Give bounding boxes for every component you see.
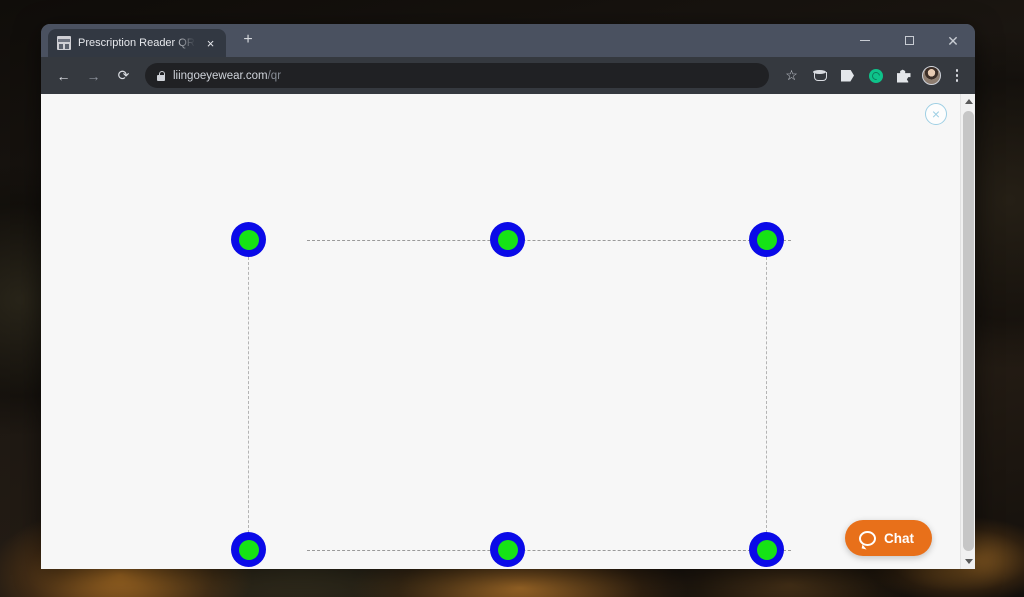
dashed-line-left	[248, 257, 249, 533]
cookie-jar-glyph	[813, 70, 827, 81]
address-domain: liingoeyewear.com	[173, 69, 268, 82]
reload-button[interactable]: ⟳	[110, 62, 137, 89]
minimize-icon	[860, 40, 870, 41]
dashed-line-bottom	[307, 550, 791, 551]
flag-pennant-glyph	[841, 69, 854, 82]
maximize-icon	[904, 36, 914, 45]
scrollbar-thumb[interactable]	[963, 111, 974, 551]
calibration-dot-top-left[interactable]	[231, 222, 266, 257]
page-viewport: × Chat	[41, 94, 975, 569]
chat-button[interactable]: Chat	[845, 520, 932, 556]
calibration-dot-bottom-right[interactable]	[749, 532, 784, 567]
forward-button[interactable]: →	[80, 62, 107, 89]
calibration-dot-bottom-center[interactable]	[490, 532, 525, 567]
dashed-line-top	[307, 240, 791, 241]
menu-dot	[955, 79, 959, 82]
flag-pennant-icon[interactable]	[835, 63, 860, 88]
dashed-line-right	[766, 257, 767, 533]
storefront-favicon	[57, 36, 71, 50]
calibration-dot-bottom-left[interactable]	[231, 532, 266, 567]
close-icon: ✕	[947, 32, 959, 49]
window-controls: ✕	[843, 24, 975, 57]
menu-dot	[955, 69, 959, 72]
tab-title: Prescription Reader QR | Liingo E	[78, 37, 195, 49]
new-tab-button[interactable]: +	[237, 29, 259, 51]
lock-icon	[157, 70, 166, 81]
browser-tab-active[interactable]: Prescription Reader QR | Liingo E ×	[48, 29, 226, 57]
profile-avatar[interactable]	[919, 63, 944, 88]
window-maximize-button[interactable]	[887, 24, 931, 57]
scrollbar-up-arrow-icon[interactable]	[961, 94, 975, 109]
tab-close-icon[interactable]: ×	[202, 35, 219, 52]
chrome-menu-icon[interactable]	[947, 65, 967, 87]
back-button[interactable]: ←	[50, 62, 77, 89]
calibration-dot-top-right[interactable]	[749, 222, 784, 257]
bookmark-star-icon[interactable]: ☆	[779, 63, 804, 88]
green-extension-icon[interactable]	[863, 63, 888, 88]
desktop-wallpaper: Prescription Reader QR | Liingo E × + ✕ …	[0, 0, 1024, 597]
browser-window: Prescription Reader QR | Liingo E × + ✕ …	[41, 24, 975, 569]
green-extension-glyph	[868, 68, 883, 83]
window-minimize-button[interactable]	[843, 24, 887, 57]
star-glyph: ☆	[785, 67, 798, 83]
menu-dot	[955, 74, 959, 77]
address-path: /qr	[267, 69, 282, 82]
page-scrollbar[interactable]	[960, 94, 975, 569]
address-bar-text: liingoeyewear.com/qr	[173, 70, 281, 82]
page-content: × Chat	[41, 94, 960, 569]
avatar-image	[922, 66, 941, 85]
speech-bubble-icon	[859, 530, 876, 546]
scrollbar-down-arrow-icon[interactable]	[961, 554, 975, 569]
chat-button-label: Chat	[884, 530, 914, 546]
calibration-grid	[41, 94, 960, 569]
puzzle-glyph	[896, 69, 911, 83]
tab-strip: Prescription Reader QR | Liingo E × + ✕	[41, 24, 975, 57]
address-bar[interactable]: liingoeyewear.com/qr	[145, 63, 769, 88]
cookie-jar-icon[interactable]	[807, 63, 832, 88]
extensions-puzzle-icon[interactable]	[891, 63, 916, 88]
window-close-button[interactable]: ✕	[931, 24, 975, 57]
browser-toolbar: ← → ⟳ liingoeyewear.com/qr ☆	[41, 57, 975, 94]
calibration-dot-top-center[interactable]	[490, 222, 525, 257]
